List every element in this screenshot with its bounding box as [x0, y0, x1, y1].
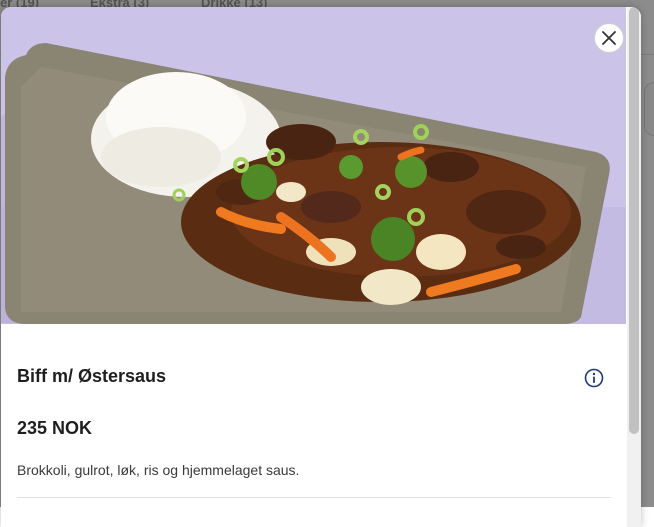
product-image	[1, 7, 626, 324]
product-modal: Biff m/ Østersaus 235 NOK Brokkoli, gulr…	[1, 7, 641, 527]
info-icon	[584, 368, 604, 388]
product-price: 235 NOK	[17, 418, 93, 438]
modal-scrollbar-thumb[interactable]	[629, 7, 639, 434]
product-title: Biff m/ Østersaus	[17, 366, 167, 386]
close-button[interactable]	[594, 23, 624, 53]
info-button[interactable]	[583, 367, 605, 389]
close-icon	[602, 31, 616, 45]
section-divider	[17, 497, 611, 498]
product-description: Brokkoli, gulrot, løk, ris og hjemmelage…	[17, 462, 300, 478]
